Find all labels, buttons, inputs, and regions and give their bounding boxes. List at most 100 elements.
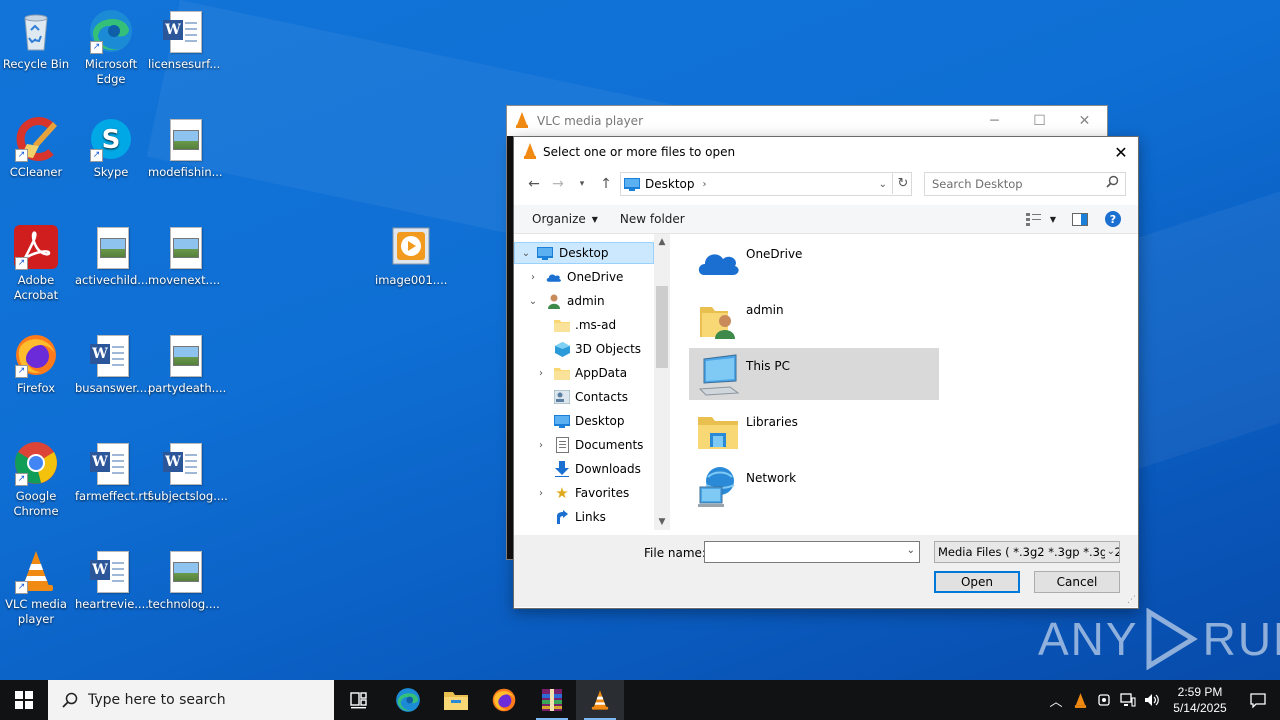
tree-item-contacts[interactable]: Contacts — [514, 386, 654, 408]
vlc-cone-icon[interactable] — [576, 680, 624, 720]
firefox-icon[interactable] — [480, 680, 528, 720]
resize-grip-icon[interactable]: ⋰ — [1127, 595, 1136, 605]
desktop-icon-image-file[interactable]: modefishin... — [148, 116, 223, 180]
shortcut-arrow-icon: ↗ — [90, 41, 103, 54]
vlc-cone-icon — [523, 142, 537, 162]
desktop-icon-chrome[interactable]: ↗ Google Chrome — [0, 440, 72, 519]
organize-button[interactable]: Organize ▼ — [524, 207, 606, 231]
list-item-admin[interactable]: admin — [689, 292, 939, 344]
search-icon — [1106, 175, 1119, 191]
desktop-icon-edge[interactable]: ↗ Microsoft Edge — [75, 8, 147, 87]
desktop-icon-image-file[interactable]: movenext.... — [148, 224, 220, 288]
tree-item-links[interactable]: Links — [514, 506, 654, 528]
winrar-icon[interactable] — [528, 680, 576, 720]
clock-time: 2:59 PM — [1177, 685, 1223, 699]
refresh-icon[interactable]: ↻ — [892, 172, 913, 194]
tree-item-ms-ad[interactable]: .ms-ad — [514, 314, 654, 336]
notifications-icon[interactable] — [1236, 680, 1280, 720]
address-text: Desktop — [645, 177, 695, 191]
ccleaner-icon: ↗ — [13, 116, 59, 162]
windows-start-icon[interactable] — [0, 680, 48, 720]
chevron-right-icon[interactable]: › — [534, 368, 548, 379]
chevron-right-icon[interactable]: › — [526, 272, 540, 283]
search-input[interactable]: Search Desktop — [924, 172, 1126, 196]
list-item-this-pc[interactable]: This PC — [689, 348, 939, 400]
desktop-icon-image-file[interactable]: technolog.... — [148, 548, 220, 612]
chevron-down-icon[interactable]: ⌄ — [879, 179, 887, 190]
network-icon[interactable] — [1116, 680, 1140, 720]
help-icon[interactable]: ? — [1100, 207, 1126, 231]
chevron-up-icon[interactable]: ︿ — [1044, 680, 1068, 720]
recent-locations-chevron-icon[interactable]: ▾ — [570, 172, 594, 196]
tree-item-appdata[interactable]: › AppData — [514, 362, 654, 384]
tree-scrollbar[interactable]: ▲ ▼ — [654, 234, 670, 530]
chevron-right-icon[interactable]: › — [703, 179, 707, 190]
desktop-icon-firefox[interactable]: ↗ Firefox — [0, 332, 72, 396]
tree-item-onedrive[interactable]: › OneDrive — [514, 266, 654, 288]
up-arrow-icon[interactable]: ↑ — [594, 172, 618, 196]
address-bar[interactable]: Desktop › ⌄ — [620, 172, 912, 196]
desktop-icon-word-doc[interactable]: W farmeffect.rtf — [75, 440, 152, 504]
open-button[interactable]: Open — [934, 571, 1020, 593]
chevron-right-icon[interactable]: › — [534, 488, 548, 499]
chevron-down-icon[interactable]: ⌄ — [519, 248, 533, 259]
tree-item-documents[interactable]: › Documents — [514, 434, 654, 456]
taskbar: Type here to search ︿ 2:59 PM 5/14/2025 — [0, 680, 1280, 720]
clock[interactable]: 2:59 PM 5/14/2025 — [1164, 684, 1236, 716]
device-icon[interactable] — [1092, 680, 1116, 720]
tree-item-label: 3D Objects — [575, 342, 642, 356]
minimize-button[interactable]: ─ — [972, 106, 1017, 136]
tree-item-desktop[interactable]: ⌄ Desktop — [514, 242, 654, 264]
chevron-right-icon[interactable]: › — [534, 440, 548, 451]
edge-icon[interactable] — [384, 680, 432, 720]
desktop-icon-word-doc[interactable]: W heartrevie.... — [75, 548, 149, 612]
desktop-icon-skype[interactable]: S ↗ Skype — [75, 116, 147, 180]
new-folder-button[interactable]: New folder — [612, 207, 693, 231]
list-item-libraries[interactable]: Libraries — [689, 404, 939, 456]
task-view-icon[interactable] — [336, 680, 384, 720]
back-arrow-icon[interactable]: ← — [522, 172, 546, 196]
scroll-up-arrow-icon[interactable]: ▲ — [654, 234, 670, 250]
list-item-onedrive[interactable]: OneDrive — [689, 236, 939, 288]
chevron-down-icon[interactable]: ⌄ — [907, 545, 915, 556]
volume-icon[interactable] — [1140, 680, 1164, 720]
tree-item-label: Documents — [575, 438, 644, 452]
tree-item-favorites[interactable]: › ★ Favorites — [514, 482, 654, 504]
cancel-button[interactable]: Cancel — [1034, 571, 1120, 593]
tree-item-downloads[interactable]: Downloads — [514, 458, 654, 480]
close-button[interactable]: ✕ — [1108, 139, 1134, 165]
maximize-button[interactable]: ☐ — [1017, 106, 1062, 136]
new-folder-label: New folder — [619, 212, 685, 226]
vlc-tray-icon[interactable] — [1068, 680, 1092, 720]
list-item-network[interactable]: Network — [689, 460, 939, 512]
file-type-select[interactable]: Media Files ( *.3g2 *.3gp *.3gp2 ⌄ — [934, 541, 1120, 563]
scroll-down-arrow-icon[interactable]: ▼ — [654, 514, 670, 530]
desktop-icon-word-doc[interactable]: W licensesurf... — [148, 8, 220, 72]
tree-item-desktop-sub[interactable]: Desktop — [514, 410, 654, 432]
navigation-pane: ⌄ Desktop › OneDrive ⌄ admin .ms-ad 3D O… — [514, 234, 671, 530]
file-name-input[interactable]: ⌄ — [704, 541, 920, 563]
desktop-icon-word-doc[interactable]: W subjectslog.... — [148, 440, 228, 504]
file-explorer-icon[interactable] — [432, 680, 480, 720]
desktop-icon-image-file[interactable]: activechild... — [75, 224, 149, 288]
desktop-icon-word-doc[interactable]: W busanswer.... — [75, 332, 151, 396]
desktop-icon-media-file[interactable]: image001.... — [375, 224, 447, 288]
taskbar-search-input[interactable]: Type here to search — [48, 680, 334, 720]
tree-item-admin[interactable]: ⌄ admin — [514, 290, 654, 312]
view-options-icon[interactable]: ▼ — [1022, 207, 1060, 231]
chevron-down-icon[interactable]: ⌄ — [526, 296, 540, 307]
desktop-icon-vlc[interactable]: ↗ VLC media player — [0, 548, 72, 627]
desktop-icon-acrobat[interactable]: ↗ Adobe Acrobat — [0, 224, 72, 303]
scrollbar-thumb[interactable] — [656, 286, 668, 368]
desktop-icon-label: activechild... — [75, 273, 149, 287]
desktop-icon-ccleaner[interactable]: ↗ CCleaner — [0, 116, 72, 180]
search-placeholder: Search Desktop — [932, 177, 1023, 191]
desktop-icon-recycle-bin[interactable]: Recycle Bin — [0, 8, 72, 72]
forward-arrow-icon[interactable]: → — [546, 172, 570, 196]
tree-item-3d-objects[interactable]: 3D Objects — [514, 338, 654, 360]
close-button[interactable]: ✕ — [1062, 106, 1107, 136]
word-document-icon: W — [161, 8, 207, 54]
preview-pane-icon[interactable] — [1066, 207, 1094, 231]
desktop-icon-image-file[interactable]: partydeath.... — [148, 332, 226, 396]
desktop-icon-label: movenext.... — [148, 273, 221, 287]
